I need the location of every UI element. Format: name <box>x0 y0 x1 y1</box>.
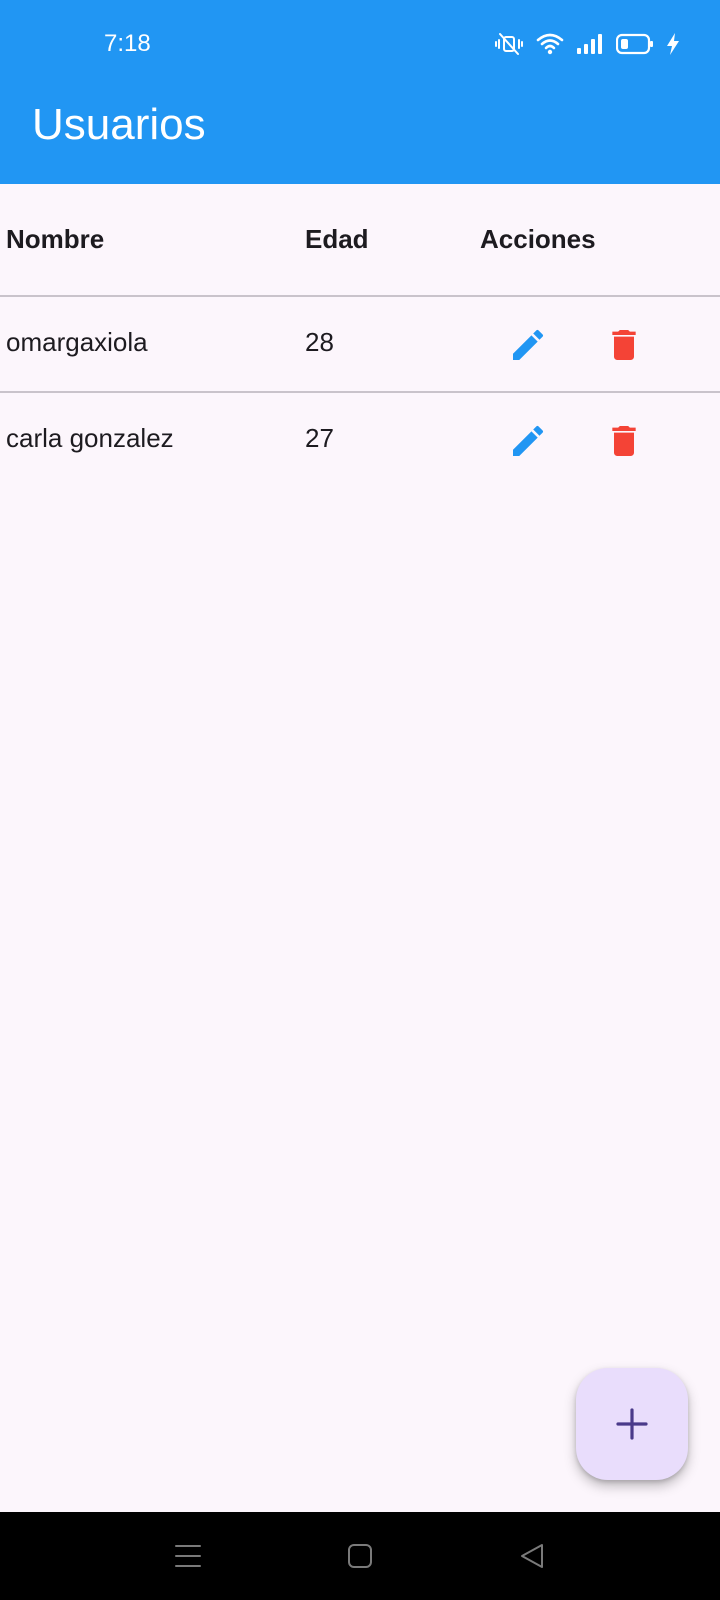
add-user-button[interactable] <box>576 1368 688 1480</box>
delete-button[interactable] <box>600 321 648 369</box>
status-time: 7:18 <box>104 30 151 57</box>
home-button[interactable] <box>344 1540 376 1572</box>
battery-icon <box>616 32 654 56</box>
page-title: Usuarios <box>32 100 206 149</box>
trash-icon <box>612 330 636 360</box>
status-icons <box>494 30 680 58</box>
trash-icon <box>612 426 636 456</box>
back-button[interactable] <box>516 1540 548 1572</box>
table-row: omargaxiola 28 <box>0 297 720 393</box>
vibrate-silent-icon <box>494 32 524 56</box>
menu-button[interactable] <box>172 1540 204 1572</box>
header-actions: Acciones <box>480 224 596 254</box>
plus-icon <box>616 1408 648 1440</box>
users-table: Nombre Edad Acciones omargaxiola 28 carl… <box>0 184 720 489</box>
charging-icon <box>666 32 680 56</box>
home-square-icon <box>348 1544 372 1568</box>
table-header: Nombre Edad Acciones <box>0 184 720 297</box>
back-triangle-icon <box>521 1544 543 1568</box>
user-age: 27 <box>305 423 334 453</box>
user-name: carla gonzalez <box>6 423 174 453</box>
user-age: 28 <box>305 327 334 357</box>
table-row: carla gonzalez 27 <box>0 393 720 489</box>
edit-button[interactable] <box>504 417 552 465</box>
edit-button[interactable] <box>504 321 552 369</box>
system-nav-bar <box>0 1512 720 1600</box>
pencil-icon <box>513 329 544 360</box>
menu-icon <box>175 1545 201 1567</box>
delete-button[interactable] <box>600 417 648 465</box>
pencil-icon <box>513 425 544 456</box>
signal-icon <box>576 32 604 56</box>
header-name: Nombre <box>6 224 105 254</box>
wifi-icon <box>536 32 564 56</box>
app-bar: 7:18 Usuarios <box>0 0 720 184</box>
user-name: omargaxiola <box>6 327 148 357</box>
header-age: Edad <box>305 224 369 254</box>
